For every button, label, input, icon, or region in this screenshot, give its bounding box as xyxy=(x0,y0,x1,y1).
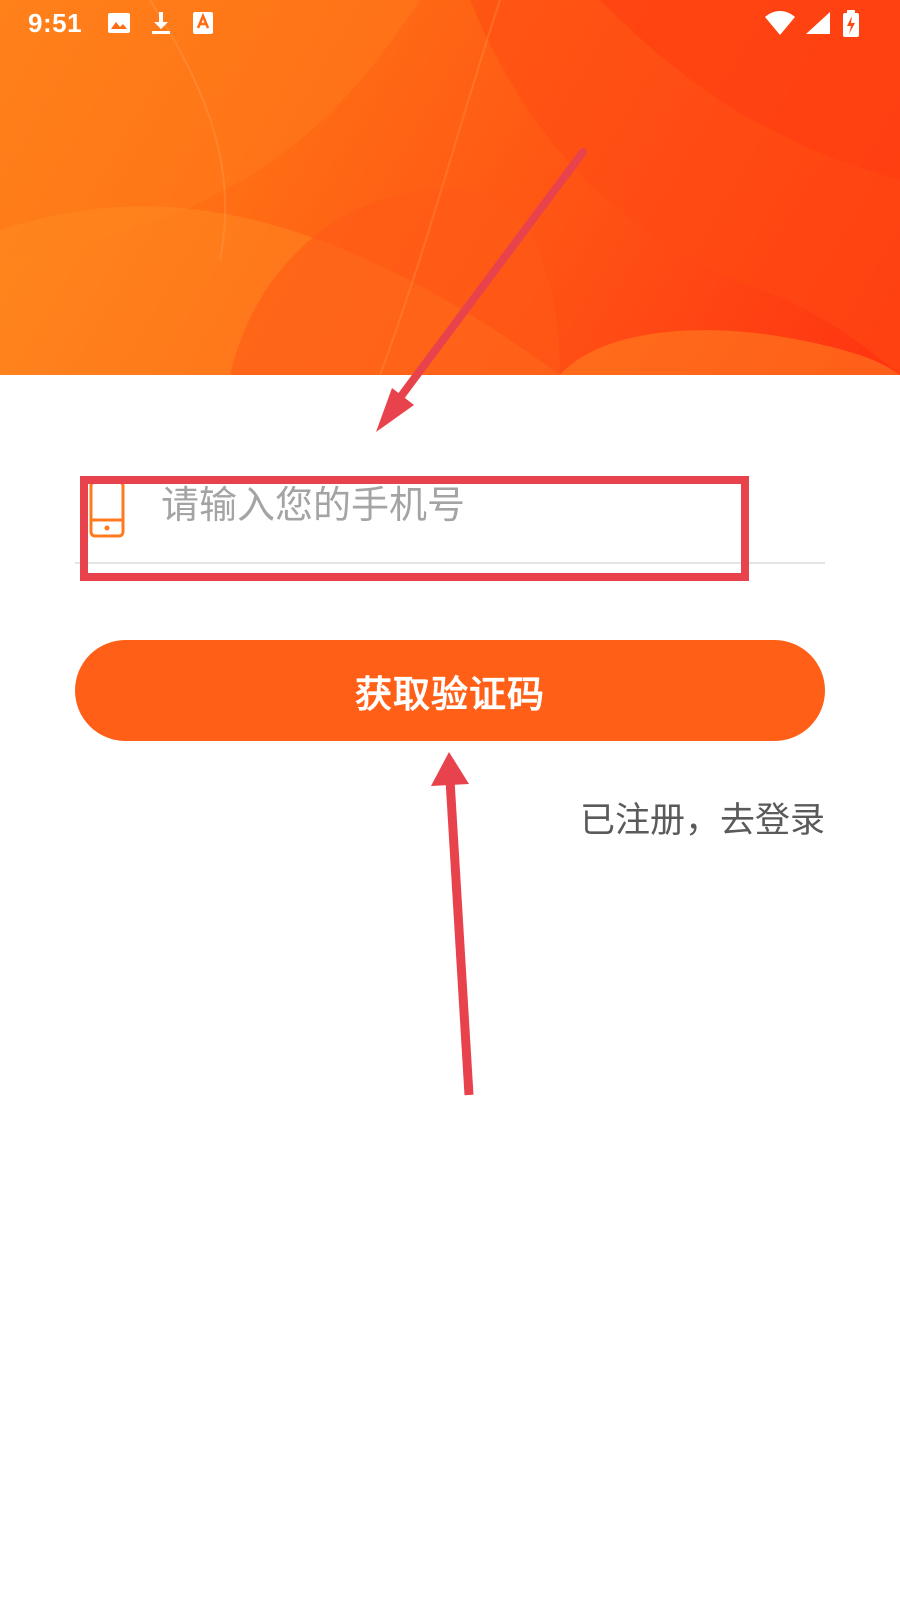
phone-number-input[interactable] xyxy=(161,470,801,540)
phone-icon xyxy=(89,480,125,538)
banner-decoration xyxy=(0,0,900,375)
header-banner xyxy=(0,0,900,375)
battery-charging-icon xyxy=(842,10,860,37)
signal-icon xyxy=(804,10,832,36)
text-recognition-icon xyxy=(190,10,216,36)
download-icon xyxy=(148,10,174,36)
status-time: 9:51 xyxy=(28,8,83,38)
wifi-icon xyxy=(764,10,796,36)
get-verification-code-label: 获取验证码 xyxy=(355,672,545,716)
arrow-to-verify-button xyxy=(431,752,474,1096)
get-verification-code-button[interactable]: 获取验证码 xyxy=(75,640,825,741)
status-bar: 9:51 xyxy=(0,0,900,48)
phone-field[interactable] xyxy=(75,470,825,564)
image-icon xyxy=(106,10,132,36)
go-to-login-link[interactable]: 已注册，去登录 xyxy=(580,792,825,843)
